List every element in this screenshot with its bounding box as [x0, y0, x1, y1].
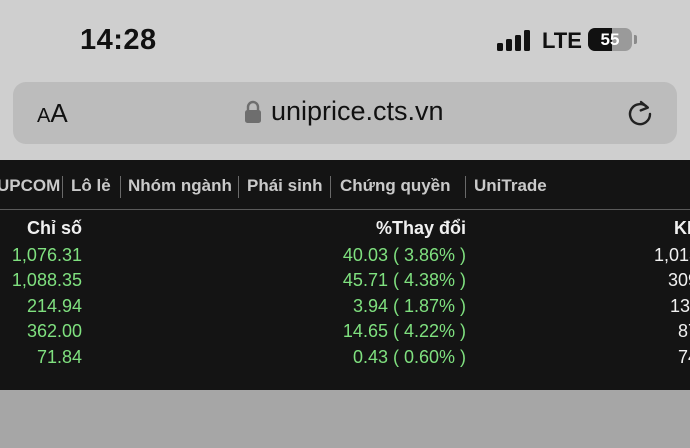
column-header-index: Chỉ số: [26, 218, 82, 238]
status-time: 14:28: [80, 24, 157, 56]
address-bar[interactable]: AA uniprice.cts.vn: [13, 82, 677, 144]
column-header-change: %Thay đổi: [375, 218, 466, 238]
battery-icon: 55: [588, 28, 632, 51]
price-board: UPCOM Lô lẻ Nhóm ngành Phái sinh Chứng q…: [0, 160, 690, 390]
nav-item-unitrade[interactable]: UniTrade: [474, 176, 547, 196]
text-size-big-a: A: [50, 98, 68, 128]
change-value: 0.43 ( 0.60% ): [352, 347, 466, 367]
table-row[interactable]: 214.94 3.94 ( 1.87% ) 136: [0, 296, 690, 320]
index-value: 214.94: [26, 296, 82, 316]
change-value: 40.03 ( 3.86% ): [342, 245, 466, 265]
index-value: 71.84: [36, 347, 82, 367]
battery-percent: 55: [600, 30, 620, 49]
table-row[interactable]: 1,088.35 45.71 ( 4.38% ) 309: [0, 270, 690, 294]
volume-value: 136: [670, 296, 690, 316]
volume-value: 87: [678, 321, 690, 341]
lock-icon: [245, 100, 261, 123]
nav-item-chung-quyen[interactable]: Chứng quyền: [340, 176, 451, 196]
nav-divider: [238, 176, 239, 198]
text-size-button[interactable]: AA: [37, 98, 68, 129]
index-value: 362.00: [26, 321, 82, 341]
change-value: 3.94 ( 1.87% ): [352, 296, 466, 316]
status-bar: 14:28 LTE 55: [0, 0, 690, 80]
volume-value: 309: [668, 270, 690, 290]
text-size-small-a: A: [37, 105, 51, 127]
change-value: 14.65 ( 4.22% ): [342, 321, 466, 341]
network-type: LTE: [542, 28, 582, 53]
nav-item-upcom[interactable]: UPCOM: [0, 176, 60, 196]
reload-icon[interactable]: [625, 98, 655, 128]
nav-item-phai-sinh[interactable]: Phái sinh: [247, 176, 323, 196]
nav-divider: [62, 176, 63, 198]
battery-tip: [634, 35, 637, 44]
table-row[interactable]: 71.84 0.43 ( 0.60% ) 74: [0, 347, 690, 371]
market-nav: UPCOM Lô lẻ Nhóm ngành Phái sinh Chứng q…: [0, 176, 690, 200]
url-text[interactable]: uniprice.cts.vn: [271, 96, 444, 127]
index-value: 1,076.31: [11, 245, 82, 265]
cellular-signal-icon: [497, 29, 533, 51]
table-row[interactable]: 1,076.31 40.03 ( 3.86% ) 1,013: [0, 245, 690, 269]
column-header-volume: KL: [674, 218, 690, 238]
page-background-bottom: [0, 390, 690, 448]
nav-item-lo-le[interactable]: Lô lẻ: [71, 176, 111, 196]
volume-value: 74: [678, 347, 690, 367]
header-divider: [0, 209, 690, 210]
change-value: 45.71 ( 4.38% ): [342, 270, 466, 290]
nav-divider: [465, 176, 466, 198]
nav-divider: [120, 176, 121, 198]
volume-value: 1,013: [654, 245, 690, 265]
table-row[interactable]: 362.00 14.65 ( 4.22% ) 87: [0, 321, 690, 345]
index-value: 1,088.35: [11, 270, 82, 290]
nav-item-nhom-nganh[interactable]: Nhóm ngành: [128, 176, 232, 196]
nav-divider: [330, 176, 331, 198]
